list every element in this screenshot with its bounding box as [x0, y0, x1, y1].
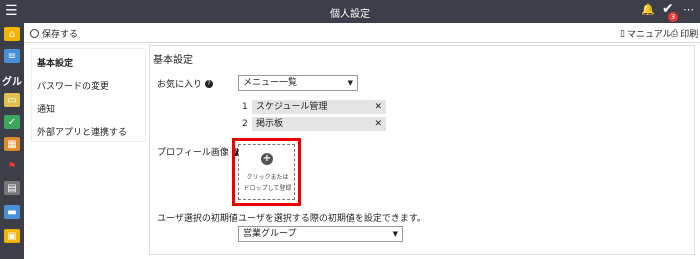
chat-icon[interactable]: ▬	[4, 205, 20, 219]
profile-image-label-text: プロフィール画像	[157, 148, 229, 158]
profile-image-dropzone[interactable]: + クリックまたは ドロップして登録	[238, 144, 295, 200]
favorites-select[interactable]: メニュー一覧 ▼	[238, 75, 358, 91]
menu-item-external-apps[interactable]: 外部アプリと連携する	[37, 125, 127, 138]
favorites-label: お気に入り ?	[157, 77, 214, 90]
toolbar: 保存する ▯ マニュアル ⎙ 印刷	[24, 23, 700, 43]
flag-icon[interactable]: ⚑	[4, 159, 20, 173]
favorite-number: 1	[242, 102, 248, 112]
favorite-item[interactable]: スケジュール管理 ✕	[252, 100, 386, 114]
favorites-select-value: メニュー一覧	[243, 78, 298, 88]
favorite-row: 1 スケジュール管理 ✕	[238, 100, 386, 114]
caret-down-icon: ▼	[347, 79, 353, 87]
menu-item-basic[interactable]: 基本設定	[37, 56, 73, 69]
menu-item-password[interactable]: パスワードの変更	[37, 79, 109, 92]
save-button[interactable]: 保存する	[30, 27, 78, 40]
printer-icon: ⎙	[671, 28, 679, 39]
top-header-bar: ☰ 個人設定 🔔 ✔ 3 ⋯	[0, 0, 700, 23]
page-title: 個人設定	[330, 9, 370, 20]
settings-menu: 基本設定 パスワードの変更 通知 外部アプリと連携する	[31, 48, 146, 142]
favorite-item-name: 掲示板	[256, 119, 284, 129]
remove-icon[interactable]: ✕	[374, 100, 382, 114]
favorite-number: 2	[242, 119, 248, 129]
user-select-description: ユーザを選択する際の初期値を設定できます。	[238, 214, 426, 224]
image-icon[interactable]: ▦	[4, 137, 20, 151]
favorite-row: 2 掲示板 ✕	[238, 117, 386, 131]
user-group-select-value: 営業グループ	[243, 229, 297, 239]
help-icon[interactable]: ?	[205, 79, 214, 88]
manual-label: マニュアル	[626, 30, 672, 40]
notification-badge: 3	[668, 12, 678, 22]
home-icon[interactable]: ⌂	[4, 27, 20, 41]
favorite-item-name: スケジュール管理	[256, 102, 328, 112]
more-icon[interactable]: ⋯	[683, 3, 694, 16]
manual-button[interactable]: ▯ マニュアル	[620, 27, 672, 41]
print-button[interactable]: ⎙ 印刷	[671, 27, 699, 41]
user-group-select[interactable]: 営業グループ ▼	[238, 226, 403, 242]
profile-image-label: プロフィール画像 ?	[157, 145, 240, 158]
nav-group-label[interactable]: グル	[2, 73, 22, 88]
briefcase-icon[interactable]: ▣	[4, 229, 20, 243]
save-label: 保存する	[42, 30, 79, 40]
caret-down-icon: ▼	[392, 230, 398, 238]
favorites-label-text: お気に入り	[157, 80, 203, 90]
database-icon[interactable]: ≡	[4, 49, 20, 63]
user-select-default-label: ユーザ選択の初期値	[157, 214, 238, 224]
app-nav-strip: ⌂ ≡ グル ▭ ✓ ▦ ⚑ ▤ ▬ ▣	[0, 23, 24, 259]
dropzone-text-line2: ドロップして登録	[243, 185, 292, 192]
todo-icon[interactable]: ✓	[4, 115, 20, 129]
calendar-icon[interactable]: ▤	[4, 181, 20, 195]
bell-icon[interactable]: 🔔	[641, 3, 655, 16]
card-icon[interactable]: ▭	[4, 93, 20, 107]
section-title: 基本設定	[153, 55, 193, 66]
dropzone-text-line1: クリックまたは	[246, 174, 289, 181]
remove-icon[interactable]: ✕	[374, 117, 382, 131]
save-circle-icon	[30, 29, 39, 38]
plus-icon: +	[261, 153, 273, 165]
book-icon: ▯	[620, 28, 625, 39]
print-label: 印刷	[680, 30, 699, 40]
favorite-item[interactable]: 掲示板 ✕	[252, 117, 386, 131]
menu-item-notification[interactable]: 通知	[37, 102, 55, 115]
